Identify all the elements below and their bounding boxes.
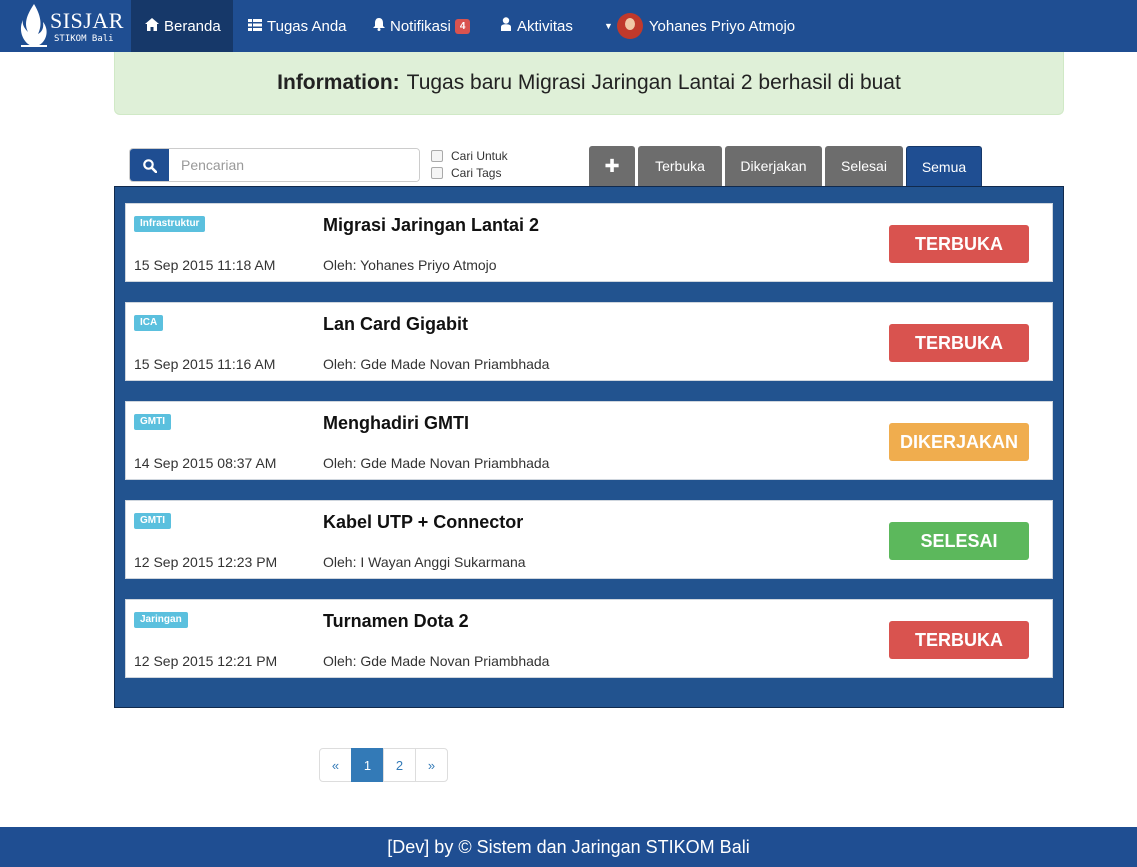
footer-text: [Dev] by © Sistem dan Jaringan STIKOM Ba… (387, 836, 750, 857)
footer: [Dev] by © Sistem dan Jaringan STIKOM Ba… (0, 827, 1137, 867)
tab-dikerjakan-label: Dikerjakan (740, 158, 807, 174)
task-status-button[interactable]: TERBUKA (889, 225, 1029, 263)
task-date: 14 Sep 2015 08:37 AM (134, 455, 277, 471)
task-row[interactable]: GMTI 12 Sep 2015 12:23 PM Kabel UTP + Co… (125, 500, 1053, 579)
task-tag: GMTI (134, 414, 171, 430)
caret-down-icon: ▼ (604, 21, 613, 31)
task-title[interactable]: Migrasi Jaringan Lantai 2 (323, 215, 539, 236)
page-prev-button[interactable]: « (319, 748, 352, 782)
task-row[interactable]: ICA 15 Sep 2015 11:16 AM Lan Card Gigabi… (125, 302, 1053, 381)
user-menu[interactable]: ▼ Yohanes Priyo Atmojo (590, 0, 809, 52)
user-avatar (616, 13, 643, 39)
task-title[interactable]: Menghadiri GMTI (323, 413, 469, 434)
checkbox-cari-untuk[interactable]: Cari Untuk (431, 149, 508, 163)
search-group (129, 148, 420, 182)
task-author: Oleh: Gde Made Novan Priambhada (323, 653, 550, 669)
info-alert: Information: Tugas baru Migrasi Jaringan… (114, 52, 1064, 115)
notification-count-badge: 4 (454, 18, 471, 34)
task-tag: Infrastruktur (134, 216, 206, 232)
search-input[interactable] (170, 149, 419, 181)
task-row[interactable]: GMTI 14 Sep 2015 08:37 AM Menghadiri GMT… (125, 401, 1053, 480)
cari-untuk-checkbox[interactable] (431, 150, 443, 162)
plus-icon: ✚ (604, 155, 620, 176)
nav-aktivitas-label: Aktivitas (517, 17, 573, 35)
tab-selesai-label: Selesai (841, 158, 887, 174)
task-date: 15 Sep 2015 11:16 AM (134, 356, 276, 372)
task-author: Oleh: Gde Made Novan Priambhada (323, 455, 550, 471)
info-message: Tugas baru Migrasi Jaringan Lantai 2 ber… (406, 71, 901, 94)
tab-semua-label: Semua (921, 158, 967, 175)
brand-logo[interactable]: SISJAR STIKOM Bali (18, 2, 128, 50)
task-author: Oleh: Yohanes Priyo Atmojo (323, 257, 497, 273)
task-status-button[interactable]: TERBUKA (889, 324, 1029, 362)
add-task-button[interactable]: ✚ (589, 146, 635, 186)
nav-tugas-anda[interactable]: Tugas Anda (234, 0, 361, 52)
nav-notifikasi[interactable]: Notifikasi 4 (359, 0, 484, 52)
task-date: 12 Sep 2015 12:21 PM (134, 653, 278, 669)
nav-notifikasi-label: Notifikasi (390, 17, 451, 35)
user-icon (500, 17, 512, 35)
tab-dikerjakan[interactable]: Dikerjakan (725, 146, 822, 186)
task-date: 12 Sep 2015 12:23 PM (134, 554, 278, 570)
bell-icon (373, 17, 385, 35)
checkbox-cari-tags[interactable]: Cari Tags (431, 166, 501, 180)
tab-selesai[interactable]: Selesai (825, 146, 903, 186)
task-tag: Jaringan (134, 612, 188, 628)
task-status-button[interactable]: SELESAI (889, 522, 1029, 560)
table-icon (248, 18, 262, 35)
tab-terbuka-label: Terbuka (655, 158, 705, 174)
pagination: « 1 2 » (319, 748, 448, 782)
user-name: Yohanes Priyo Atmojo (648, 17, 796, 35)
page-next-button[interactable]: » (415, 748, 448, 782)
task-status-button[interactable]: DIKERJAKAN (889, 423, 1029, 461)
search-icon (142, 159, 157, 173)
task-author: Oleh: I Wayan Anggi Sukarmana (323, 554, 526, 570)
cari-tags-label: Cari Tags (451, 166, 502, 180)
brand-subtitle: STIKOM Bali (54, 34, 114, 44)
cari-tags-checkbox[interactable] (431, 167, 443, 179)
task-row[interactable]: Infrastruktur 15 Sep 2015 11:18 AM Migra… (125, 203, 1053, 282)
home-icon (145, 17, 159, 35)
nav-tugas-anda-label: Tugas Anda (267, 17, 347, 35)
nav-aktivitas[interactable]: Aktivitas (486, 0, 587, 52)
nav-beranda-label: Beranda (164, 17, 221, 35)
navbar: SISJAR STIKOM Bali Beranda Tugas Anda No… (0, 0, 1137, 52)
task-list-panel: Infrastruktur 15 Sep 2015 11:18 AM Migra… (114, 186, 1064, 708)
page-1-button[interactable]: 1 (351, 748, 384, 782)
task-date: 15 Sep 2015 11:18 AM (134, 257, 276, 273)
task-tag: GMTI (134, 513, 171, 529)
task-status-button[interactable]: TERBUKA (889, 621, 1029, 659)
task-title[interactable]: Kabel UTP + Connector (323, 512, 523, 533)
search-button[interactable] (130, 149, 169, 181)
tab-semua[interactable]: Semua (906, 146, 982, 186)
cari-untuk-label: Cari Untuk (451, 149, 508, 163)
brand-name: SISJAR (50, 8, 124, 33)
tab-terbuka[interactable]: Terbuka (638, 146, 722, 186)
info-label: Information: (277, 71, 400, 94)
task-author: Oleh: Gde Made Novan Priambhada (323, 356, 550, 372)
task-tag: ICA (134, 315, 164, 331)
flame-logo-icon (20, 4, 47, 47)
task-title[interactable]: Lan Card Gigabit (323, 314, 468, 335)
nav-beranda[interactable]: Beranda (131, 0, 233, 52)
page-2-button[interactable]: 2 (383, 748, 416, 782)
task-title[interactable]: Turnamen Dota 2 (323, 611, 469, 632)
task-row[interactable]: Jaringan 12 Sep 2015 12:21 PM Turnamen D… (125, 599, 1053, 678)
